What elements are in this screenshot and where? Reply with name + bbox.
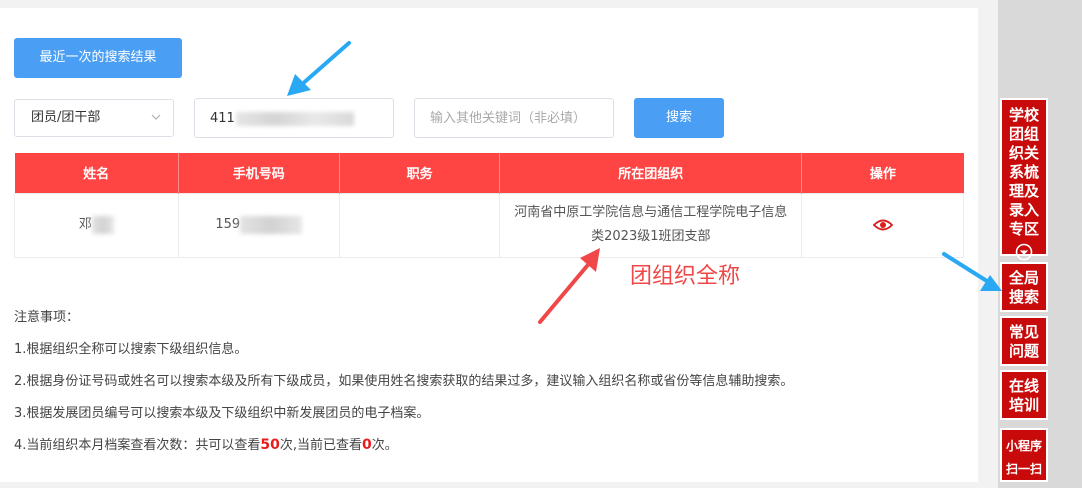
cell-position — [338, 192, 501, 258]
online-training-button[interactable]: 在线培训 — [1000, 370, 1048, 420]
school-review-button[interactable]: 学校团组织关系梳理及录入专区 — [1000, 98, 1048, 261]
member-phone: 159 — [215, 217, 241, 232]
chevron-circle-down-icon — [1015, 243, 1033, 261]
redacted-name — [91, 215, 114, 234]
cell-name: 邓 — [14, 192, 179, 258]
type-select-value: 团员/团干部 — [31, 110, 101, 125]
member-name: 邓 — [78, 217, 92, 232]
cell-phone: 159 — [177, 192, 340, 258]
notes-section: 注意事项： 1.根据组织全称可以搜索下级组织信息。 2.根据身份证号码或姓名可以… — [14, 308, 793, 468]
header-name: 姓名 — [14, 153, 179, 193]
cell-org: 河南省中原工学院信息与通信工程学院电子信息类2023级1班团支部 — [499, 192, 803, 258]
note-item-1: 1.根据组织全称可以搜索下级组织信息。 — [14, 342, 248, 357]
redacted-id — [236, 112, 354, 126]
header-phone: 手机号码 — [178, 153, 340, 193]
note-item-4: 4.当前组织本月档案查看次数：共可以查看50次,当前已查看0次。 — [14, 437, 398, 453]
type-select[interactable]: 团员/团干部 — [14, 99, 174, 137]
table-row: 邓 159 河南省中原工学院信息与通信工程学院电子信息类2023级1班团支部 — [14, 192, 964, 258]
annotation-org-fullname: 团组织全称 — [630, 264, 741, 289]
faq-button[interactable]: 常见问题 — [1000, 316, 1048, 366]
recent-search-button[interactable]: 最近一次的搜索结果 — [14, 38, 182, 78]
header-action: 操作 — [801, 153, 964, 193]
eye-icon[interactable] — [872, 218, 893, 232]
view-total: 50 — [260, 437, 280, 453]
header-position: 职务 — [339, 153, 501, 193]
search-button[interactable]: 搜索 — [634, 98, 724, 138]
results-table: 姓名 手机号码 职务 所在团组织 操作 邓 159 河南省中原工学院信息与通信工… — [14, 153, 964, 258]
member-org: 河南省中原工学院信息与通信工程学院电子信息类2023级1班团支部 — [514, 205, 788, 244]
global-search-button[interactable]: 全局搜索 — [1000, 262, 1048, 312]
mini-program-button[interactable]: 小程序 扫一扫 — [1000, 428, 1048, 482]
view-used: 0 — [362, 437, 372, 453]
chevron-down-icon — [151, 114, 161, 120]
notes-title: 注意事项： — [14, 310, 80, 325]
school-review-label: 学校团组织关系梳理及录入专区 — [1008, 106, 1039, 238]
redacted-phone — [240, 215, 303, 234]
note-item-3: 3.根据发展团员编号可以搜索本级及下级组织中新发展团员的电子档案。 — [14, 406, 430, 421]
keyword-input[interactable] — [414, 98, 614, 138]
header-org: 所在团组织 — [499, 153, 803, 193]
table-header-row: 姓名 手机号码 职务 所在团组织 操作 — [14, 153, 964, 193]
cell-action — [801, 192, 964, 258]
note-item-2: 2.根据身份证号码或姓名可以搜索本级及所有下级成员，如果使用姓名搜索获取的结果过… — [14, 374, 794, 389]
